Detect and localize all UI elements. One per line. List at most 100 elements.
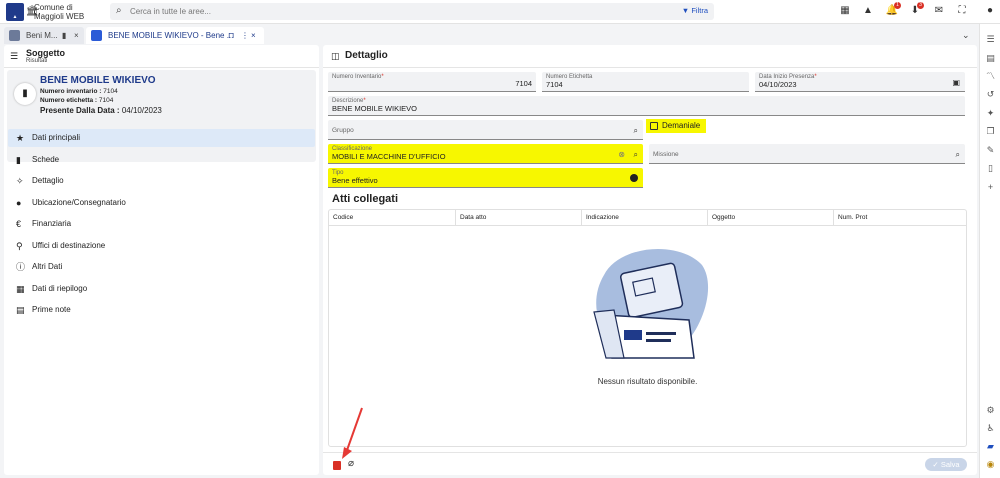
calendar-icon[interactable]: ▣	[952, 78, 960, 87]
euro-icon: €	[16, 219, 22, 229]
tipo-select[interactable]: Tipo Bene effettivo	[328, 168, 643, 188]
location-pin-icon: ⚲	[16, 241, 23, 251]
panel-subtitle: Risultati	[26, 58, 48, 64]
numero-etichetta: Numero etichetta : 7104	[40, 97, 114, 104]
tab-bene-mobile-wikievo[interactable]: BENE MOBILE WIKIEVO - Bene ... ⊓ ⋮ ×	[86, 27, 264, 44]
apps-grid-icon[interactable]: ▦	[838, 5, 852, 19]
chat-icon[interactable]: ▰	[985, 441, 996, 452]
info-icon: ⓘ	[16, 262, 26, 272]
list-icon[interactable]: ☰	[10, 51, 18, 62]
note-icon: ▤	[16, 305, 25, 315]
numero-inventario-field[interactable]: Numero Inventario* 7104	[328, 72, 536, 92]
atti-collegati-title: Atti collegati	[332, 193, 399, 205]
menu-altri-dati[interactable]: ⓘ Altri Dati	[8, 258, 315, 276]
panel-toggle-icon[interactable]: ◫	[331, 51, 340, 62]
save-button[interactable]: ✓ Salva	[925, 458, 967, 471]
close-icon[interactable]: ×	[74, 27, 79, 44]
settings-gear-icon[interactable]: ⚙	[985, 405, 996, 416]
menu-uffici-di-destinazione[interactable]: ⚲ Uffici di destinazione	[8, 237, 315, 255]
soggetto-header: ☰ Soggetto Risultati	[4, 45, 319, 68]
dettaglio-header: ◫ Dettaglio	[323, 45, 977, 68]
check-icon: ✓	[932, 460, 939, 469]
right-rail: ☰ ▤ 〽 ↺ ✦ ❐ ✎ ▯ + ⚙ ♿ ▰ ◉	[979, 24, 1000, 478]
global-search[interactable]: ⌕ Cerca in tutte le aree... ▼ Filtra	[110, 3, 714, 20]
bene-title: BENE MOBILE WIKIEVO	[40, 75, 156, 86]
history-icon[interactable]: ↺	[985, 89, 996, 100]
menu-finanziaria[interactable]: € Finanziaria	[8, 215, 315, 233]
pin-icon[interactable]: ✦	[985, 108, 996, 119]
search-icon[interactable]: ⌕	[634, 150, 638, 160]
bookmark-icon[interactable]: ⊓	[228, 27, 234, 44]
atti-collegati-table: Codice Data atto Indicazione Oggetto Num…	[328, 209, 967, 447]
book-icon[interactable]: ▤	[985, 53, 996, 64]
fullscreen-icon[interactable]: ⛶	[955, 5, 969, 19]
demaniale-checkbox[interactable]: Demaniale	[646, 119, 706, 133]
notifications-badge: 1	[894, 2, 901, 9]
download-badge: 3	[917, 2, 924, 9]
panel-title: Soggetto	[26, 48, 65, 58]
close-icon[interactable]: ×	[251, 27, 256, 44]
filter-icon: ▼	[681, 6, 690, 15]
descrizione-field[interactable]: Descrizione* BENE MOBILE WIKIEVO	[328, 96, 965, 116]
search-icon[interactable]: ⌕	[956, 150, 960, 160]
checklist-icon[interactable]: ☰	[985, 34, 996, 45]
menu-dati-principali[interactable]: ★ Dati principali	[8, 129, 315, 147]
document-icon: ▮	[14, 83, 36, 105]
search-icon: ⌕	[116, 5, 122, 16]
tab-app-icon	[91, 30, 102, 41]
search-icon[interactable]: ⌕	[634, 126, 638, 136]
checkbox-box[interactable]	[650, 122, 658, 130]
accessibility-icon[interactable]: ♿	[985, 423, 996, 434]
dropdown-icon[interactable]	[630, 174, 638, 182]
annotation-arrow	[342, 407, 363, 459]
menu-schede[interactable]: ▮ Schede	[8, 151, 315, 169]
user-account-icon[interactable]: ●	[983, 5, 997, 19]
app-logo[interactable]: ▲	[6, 3, 24, 21]
warning-icon[interactable]: ▲	[861, 5, 875, 19]
bookmark-icon[interactable]: ▮	[62, 27, 66, 44]
menu-ubicazione-consegnatario[interactable]: ● Ubicazione/Consegnatario	[8, 194, 315, 212]
notifications-bell-icon[interactable]: 🔔 1	[885, 2, 901, 19]
menu-dettaglio[interactable]: ✧ Dettaglio	[8, 172, 315, 190]
copy-icon[interactable]: ❐	[985, 126, 996, 137]
calculator-icon: ▦	[16, 284, 25, 294]
search-input[interactable]: Cerca in tutte le aree...	[130, 7, 211, 16]
panel-title: Dettaglio	[345, 50, 388, 61]
empty-state-illustration	[593, 248, 709, 359]
menu-prime-note[interactable]: ▤ Prime note	[8, 301, 315, 319]
dettaglio-panel: ◫ Dettaglio Numero Inventario* 7104 Nume…	[323, 45, 977, 475]
file-icon[interactable]: ▯	[985, 163, 996, 174]
edit-document-icon[interactable]: ✎	[985, 145, 996, 156]
column-header-indicazione[interactable]: Indicazione	[582, 210, 708, 226]
presente-dalla-data: Presente Dalla Data : 04/10/2023	[40, 106, 162, 115]
chevron-down-icon[interactable]: ⌄	[962, 30, 970, 41]
column-header-num-prot[interactable]: Num. Prot	[834, 210, 966, 226]
gruppo-field[interactable]: Gruppo ⌕	[328, 120, 643, 140]
numero-etichetta-field[interactable]: Numero Etichetta 7104	[542, 72, 749, 92]
help-icon[interactable]: ◉	[985, 459, 996, 470]
classificazione-field[interactable]: Classificazione MOBILI E MACCHINE D'UFFI…	[328, 144, 643, 164]
bene-summary-card: ▮ BENE MOBILE WIKIEVO Numero inventario …	[7, 70, 316, 162]
clear-icon[interactable]: ⊗	[618, 150, 625, 159]
missione-field[interactable]: Missione ⌕	[649, 144, 965, 164]
more-vert-icon[interactable]: ⋮	[241, 27, 249, 44]
menu-dati-di-riepilogo[interactable]: ▦ Dati di riepilogo	[8, 280, 315, 298]
tab-app-icon	[9, 30, 20, 41]
person-icon: ●	[16, 198, 22, 208]
tab-beni-mobili[interactable]: Beni M... ▮ ×	[4, 27, 84, 44]
star-icon: ★	[16, 133, 25, 143]
data-inizio-presenza-field[interactable]: Data Inizio Presenza* 04/10/2023 ▣	[755, 72, 965, 92]
column-header-oggetto[interactable]: Oggetto	[708, 210, 834, 226]
numero-inventario: Numero inventario : 7104	[40, 88, 118, 95]
column-header-data-atto[interactable]: Data atto	[456, 210, 582, 226]
table-header: Codice Data atto Indicazione Oggetto Num…	[329, 210, 966, 226]
action-bar	[323, 452, 977, 475]
add-icon[interactable]: +	[985, 182, 996, 193]
trend-icon[interactable]: 〽	[985, 71, 996, 82]
app-name: Comune di Maggioli WEB	[34, 3, 85, 21]
download-icon[interactable]: ⬇ 3	[908, 2, 924, 19]
filter-button[interactable]: ▼ Filtra	[682, 6, 708, 15]
mail-icon[interactable]: ✉	[932, 5, 946, 19]
column-header-codice[interactable]: Codice	[329, 210, 456, 226]
magic-wand-icon: ✧	[16, 176, 24, 186]
